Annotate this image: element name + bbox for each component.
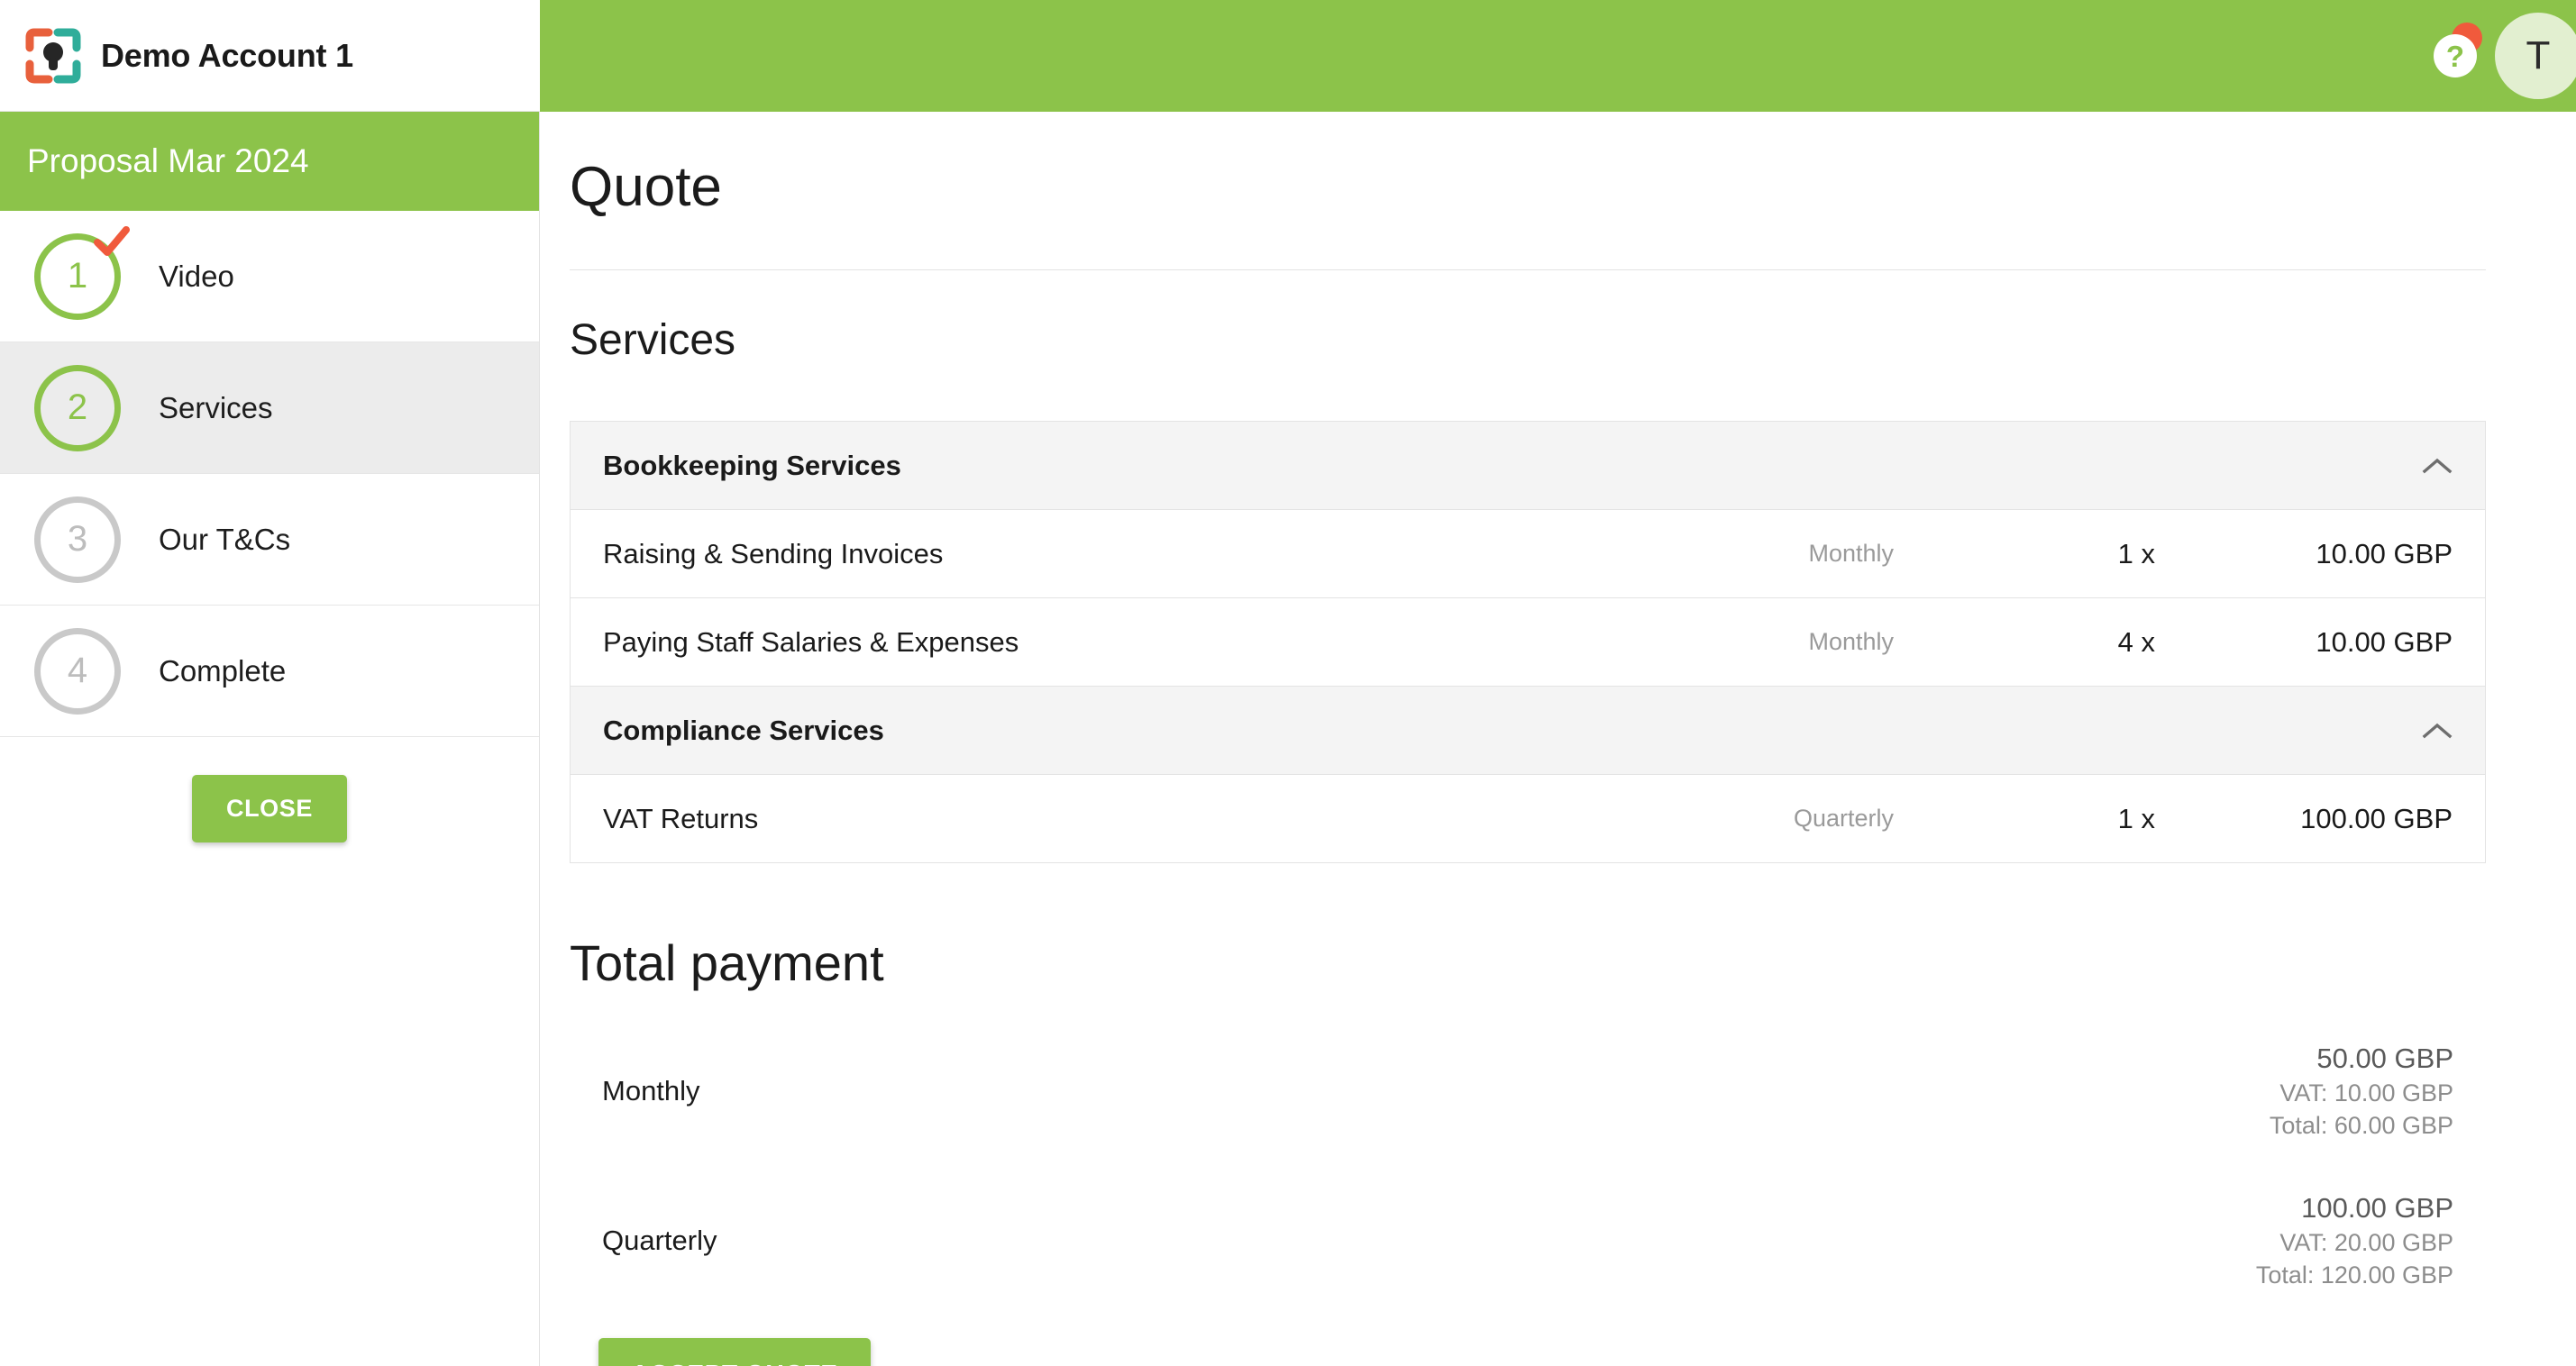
sidebar-step-label-services: Services <box>159 390 273 424</box>
sidebar-step-complete[interactable]: 4 Complete <box>0 606 539 737</box>
table-row: Raising & Sending Invoices Monthly 1 x 1… <box>571 510 2485 598</box>
step-4-circle: 4 <box>34 627 121 715</box>
top-bar: Demo Account 1 ? T <box>0 0 2576 112</box>
table-row: VAT Returns Quarterly 1 x 100.00 GBP <box>571 775 2485 863</box>
service-quantity: 1 x <box>2117 802 2155 834</box>
accept-quote-button[interactable]: ACCEPT QUOTE <box>598 1338 871 1366</box>
sidebar-step-label-our-tcs: Our T&Cs <box>159 522 291 556</box>
services-heading: Services <box>570 316 736 364</box>
page-title: Quote <box>570 156 722 218</box>
main-content: Quote Services Bookkeeping Services Rais… <box>541 112 2576 1366</box>
total-label: Monthly <box>602 1075 700 1107</box>
bracket-bulb-logo-icon <box>25 28 81 84</box>
chevron-up-icon[interactable] <box>2422 721 2453 741</box>
close-button[interactable]: CLOSE <box>191 775 347 842</box>
chevron-up-icon[interactable] <box>2422 456 2453 476</box>
close-button-wrap: CLOSE <box>0 737 539 842</box>
table-row: Paying Staff Salaries & Expenses Monthly… <box>571 598 2485 687</box>
sidebar: Proposal Mar 2024 1 Video 2 Services 3 O… <box>0 112 540 1366</box>
total-payment-heading: Total payment <box>570 934 884 991</box>
top-green-bar: ? T <box>540 0 2576 112</box>
sidebar-step-label-video: Video <box>159 259 234 293</box>
total-gross: Total: 60.00 GBP <box>2269 1111 2453 1139</box>
sidebar-header: Proposal Mar 2024 <box>0 112 539 211</box>
total-amounts: 100.00 GBP VAT: 20.00 GBP Total: 120.00 … <box>2256 1190 2453 1291</box>
total-amount: 50.00 GBP <box>2316 1043 2453 1074</box>
step-3-circle-wrap: 3 <box>34 496 121 583</box>
service-price: 10.00 GBP <box>2316 625 2453 658</box>
help-question-icon[interactable]: ? <box>2434 34 2477 77</box>
service-group-header-compliance[interactable]: Compliance Services <box>571 687 2485 775</box>
brand-bar: Demo Account 1 <box>0 0 540 112</box>
step-4-circle-wrap: 4 <box>34 627 121 715</box>
total-label: Quarterly <box>602 1225 717 1257</box>
service-frequency: Monthly <box>1808 628 1894 655</box>
total-gross: Total: 120.00 GBP <box>2255 1261 2453 1289</box>
service-group-name: Bookkeeping Services <box>603 449 901 481</box>
total-vat: VAT: 20.00 GBP <box>2279 1229 2453 1257</box>
total-row-monthly: Monthly 50.00 GBP VAT: 10.00 GBP Total: … <box>570 1041 2486 1142</box>
sidebar-step-label-complete: Complete <box>159 653 287 688</box>
step-1-circle-wrap: 1 <box>34 225 130 320</box>
services-table: Bookkeeping Services Raising & Sending I… <box>570 421 2486 863</box>
step-3-circle: 3 <box>34 496 121 583</box>
sidebar-step-services[interactable]: 2 Services <box>0 342 539 474</box>
service-group-name: Compliance Services <box>603 714 884 746</box>
total-vat: VAT: 10.00 GBP <box>2279 1079 2453 1106</box>
brand-title: Demo Account 1 <box>101 36 353 74</box>
app-root: Demo Account 1 ? T Proposal Mar 2024 1 V… <box>0 0 2576 1366</box>
total-row-quarterly: Quarterly 100.00 GBP VAT: 20.00 GBP Tota… <box>570 1190 2486 1291</box>
service-name: VAT Returns <box>603 802 759 834</box>
total-amounts: 50.00 GBP VAT: 10.00 GBP Total: 60.00 GB… <box>2270 1041 2453 1142</box>
sidebar-step-video[interactable]: 1 Video <box>0 211 539 342</box>
accept-quote-wrap: ACCEPT QUOTE <box>570 1338 2486 1366</box>
check-icon <box>94 225 130 256</box>
service-name: Raising & Sending Invoices <box>603 537 944 569</box>
step-2-circle-wrap: 2 <box>34 364 121 451</box>
title-divider <box>570 269 2486 270</box>
service-quantity: 1 x <box>2117 537 2155 569</box>
service-quantity: 4 x <box>2117 625 2155 658</box>
service-name: Paying Staff Salaries & Expenses <box>603 625 1019 658</box>
service-price: 100.00 GBP <box>2300 802 2453 834</box>
service-group-header-bookkeeping[interactable]: Bookkeeping Services <box>571 422 2485 510</box>
sidebar-step-our-tcs[interactable]: 3 Our T&Cs <box>0 474 539 606</box>
total-amount: 100.00 GBP <box>2301 1192 2453 1225</box>
service-price: 10.00 GBP <box>2316 537 2453 569</box>
avatar[interactable]: T <box>2495 13 2576 99</box>
step-2-circle: 2 <box>34 364 121 451</box>
service-frequency: Monthly <box>1808 540 1894 567</box>
service-frequency: Quarterly <box>1793 805 1894 832</box>
